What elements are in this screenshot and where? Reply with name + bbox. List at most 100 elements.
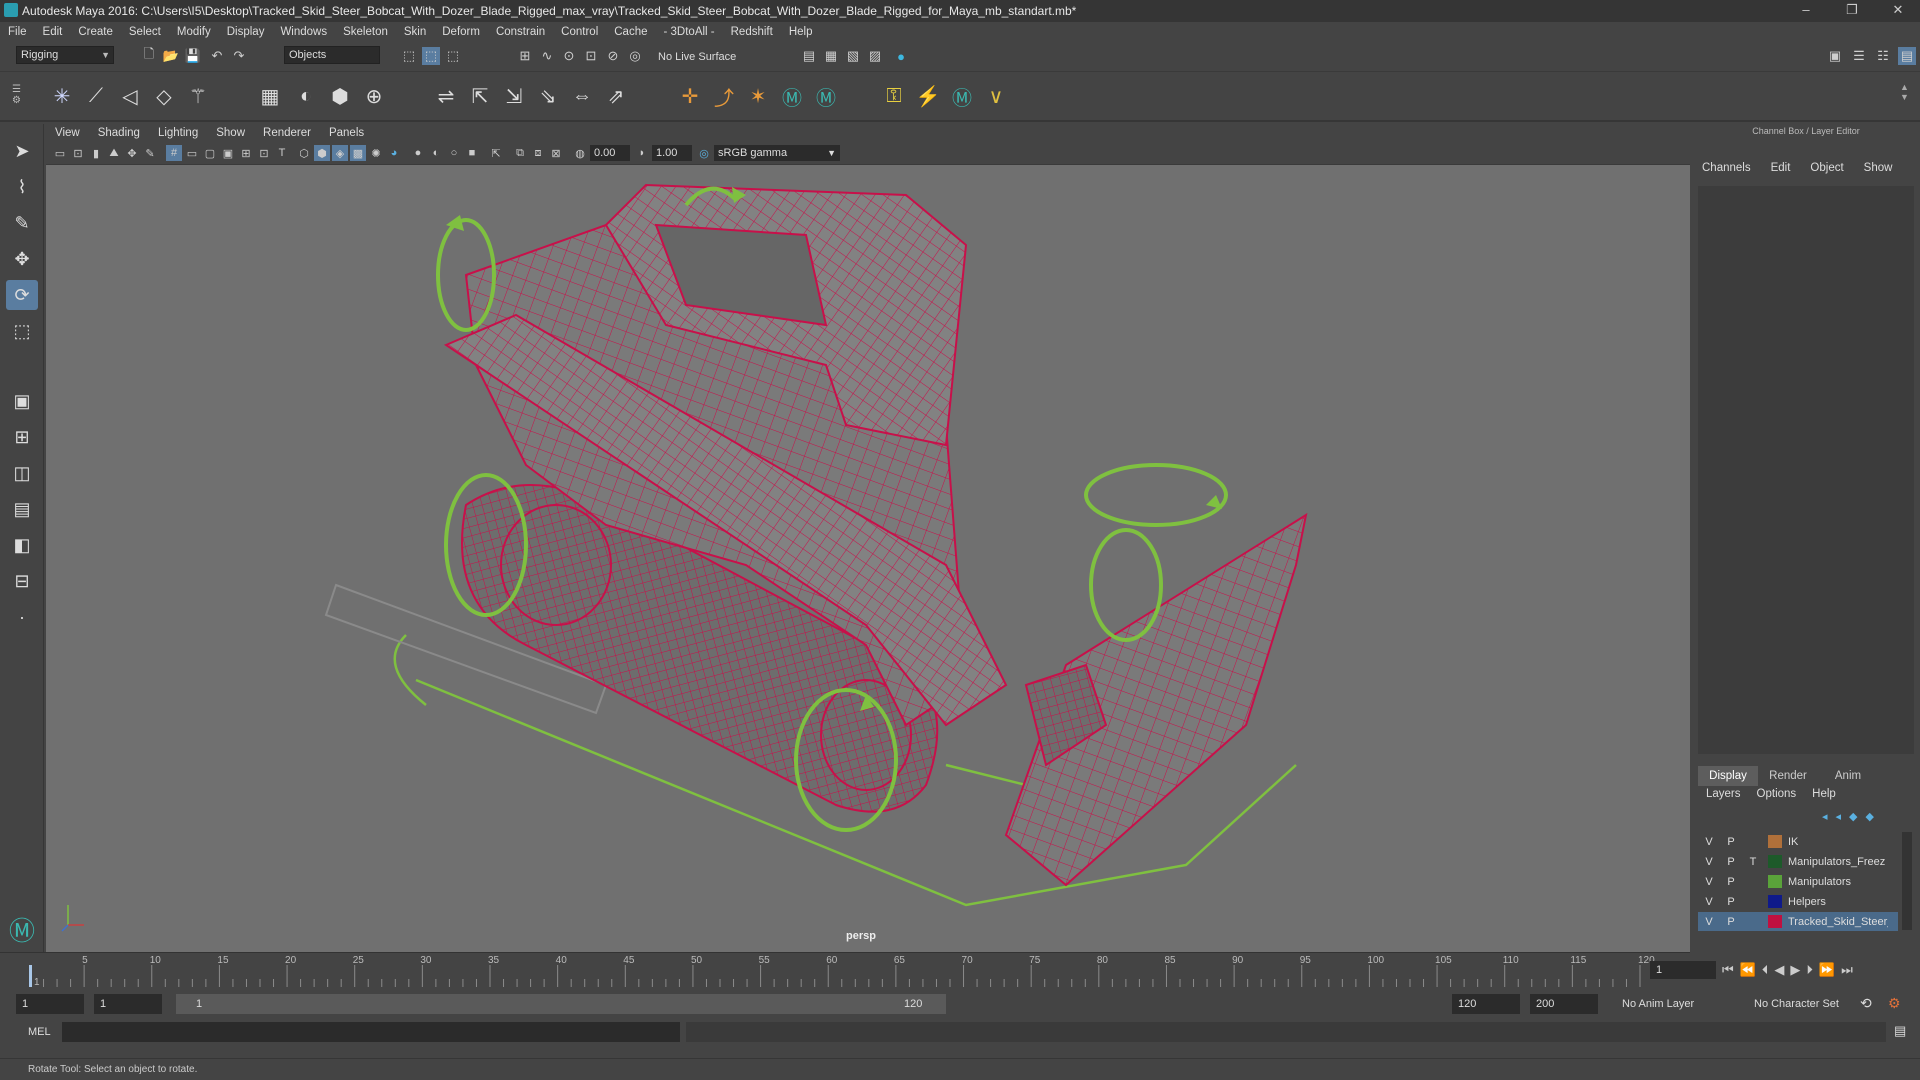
visibility-toggle[interactable]: V bbox=[1698, 916, 1720, 928]
layer-row[interactable]: V P Helpers bbox=[1698, 892, 1898, 911]
channel-box-toggle-icon[interactable]: ▤ bbox=[1898, 47, 1916, 65]
layer-row[interactable]: V P Manipulators bbox=[1698, 872, 1898, 891]
layer-color-swatch[interactable] bbox=[1768, 915, 1782, 928]
vp-menu-shading[interactable]: Shading bbox=[89, 127, 149, 139]
depth-of-field-icon[interactable]: ■ bbox=[464, 145, 480, 161]
playback-toggle[interactable]: P bbox=[1720, 876, 1742, 888]
bind-skin-icon[interactable]: ⇌ bbox=[432, 82, 460, 110]
character-set-dropdown[interactable]: No Character Set bbox=[1754, 998, 1839, 1010]
mirror-weights-icon[interactable]: ⇔ bbox=[568, 82, 596, 110]
xray-joints-icon[interactable]: ⧈ bbox=[530, 145, 546, 161]
playback-toggle[interactable]: P bbox=[1720, 836, 1742, 848]
playback-start-field[interactable]: 1 bbox=[94, 994, 162, 1014]
hypershade-layout-icon[interactable]: ⊟ bbox=[6, 566, 38, 596]
vp-menu-renderer[interactable]: Renderer bbox=[254, 127, 320, 139]
menu-edit[interactable]: Edit bbox=[35, 26, 71, 38]
le-menu-help[interactable]: Help bbox=[1804, 788, 1844, 806]
start-time-field[interactable]: 1 bbox=[16, 994, 84, 1014]
redo-icon[interactable]: ↷ bbox=[230, 47, 248, 65]
color-management-icon[interactable]: ◎ bbox=[696, 145, 712, 161]
copy-weights-icon[interactable]: ⇗ bbox=[602, 82, 630, 110]
script-editor-icon[interactable]: ▤ bbox=[1894, 1023, 1906, 1039]
two-d-pan-icon[interactable]: ✥ bbox=[124, 145, 140, 161]
menu-redshift[interactable]: Redshift bbox=[723, 26, 781, 38]
smooth-shade-icon[interactable]: ⬢ bbox=[314, 145, 330, 161]
move-tool-icon[interactable]: ✥ bbox=[6, 244, 38, 274]
snap-live-icon[interactable]: ◎ bbox=[626, 47, 644, 65]
gate-mask-icon[interactable]: ▣ bbox=[220, 145, 236, 161]
quick-rig-icon[interactable]: Ⓜ bbox=[948, 82, 976, 110]
menu-skin[interactable]: Skin bbox=[396, 26, 434, 38]
outliner-layout-icon[interactable]: ▤ bbox=[6, 494, 38, 524]
snap-surface-icon[interactable]: ⊘ bbox=[604, 47, 622, 65]
menu-skeleton[interactable]: Skeleton bbox=[335, 26, 396, 38]
field-chart-icon[interactable]: ⊞ bbox=[238, 145, 254, 161]
menu-display[interactable]: Display bbox=[219, 26, 273, 38]
layer-name[interactable]: Manipulators bbox=[1788, 876, 1888, 888]
open-scene-icon[interactable]: 📂 bbox=[162, 47, 180, 65]
vp-menu-panels[interactable]: Panels bbox=[320, 127, 373, 139]
ik-spline-icon[interactable]: ◁ bbox=[116, 82, 144, 110]
layer-action-icons[interactable]: ◂◂◆◆ bbox=[1822, 810, 1912, 826]
layer-name[interactable]: Manipulators_Freez bbox=[1788, 856, 1888, 868]
hik-character-icon[interactable]: Ⓜ bbox=[812, 82, 840, 110]
graph-layout-icon[interactable]: ◧ bbox=[6, 530, 38, 560]
joint-tool-icon[interactable]: ✳ bbox=[48, 82, 76, 110]
point-constraint-icon[interactable]: ✛ bbox=[676, 82, 704, 110]
menu-cache[interactable]: Cache bbox=[606, 26, 655, 38]
resolution-gate-icon[interactable]: ▢ bbox=[202, 145, 218, 161]
influence-icon[interactable]: ⇘ bbox=[534, 82, 562, 110]
playback-toggle[interactable]: P bbox=[1720, 916, 1742, 928]
grease-pencil-icon[interactable]: ✎ bbox=[142, 145, 158, 161]
layer-color-swatch[interactable] bbox=[1768, 875, 1782, 888]
layer-scrollbar[interactable] bbox=[1902, 832, 1912, 930]
snap-curve-icon[interactable]: ∿ bbox=[538, 47, 556, 65]
layer-row-selected[interactable]: VP Tracked_Skid_Steer_Bob bbox=[1698, 912, 1898, 931]
shelf-settings-icon[interactable]: ☰ ⚙ bbox=[12, 84, 26, 110]
menu-control[interactable]: Control bbox=[553, 26, 606, 38]
snap-view-icon[interactable]: ⊡ bbox=[582, 47, 600, 65]
pole-vector-icon[interactable]: ⚡ bbox=[914, 82, 942, 110]
live-surface-label[interactable]: No Live Surface bbox=[658, 51, 736, 63]
wire-deformer-icon[interactable]: ⊕ bbox=[360, 82, 388, 110]
le-menu-options[interactable]: Options bbox=[1749, 788, 1805, 806]
smooth-bind-icon[interactable]: ⇱ bbox=[466, 82, 494, 110]
menu-select[interactable]: Select bbox=[121, 26, 169, 38]
mel-label[interactable]: MEL bbox=[28, 1026, 51, 1038]
tool-settings-icon[interactable]: ☷ bbox=[1874, 47, 1892, 65]
select-hierarchy-icon[interactable]: ⬚ bbox=[400, 47, 418, 65]
muscle-icon[interactable]: ∨ bbox=[982, 82, 1010, 110]
isolate-select-icon[interactable]: ⇱ bbox=[488, 145, 504, 161]
playback-toggle[interactable]: P bbox=[1720, 896, 1742, 908]
menu-create[interactable]: Create bbox=[70, 26, 121, 38]
aim-constraint-icon[interactable]: ⤴ bbox=[710, 82, 738, 110]
menu-constrain[interactable]: Constrain bbox=[488, 26, 553, 38]
playback-toggle[interactable]: P bbox=[1720, 856, 1742, 868]
tab-render[interactable]: Render bbox=[1758, 766, 1818, 786]
current-time-marker[interactable] bbox=[29, 965, 32, 987]
exposure-field[interactable]: 0.00 bbox=[590, 145, 630, 161]
cb-menu-object[interactable]: Object bbox=[1800, 162, 1853, 180]
lattice-icon[interactable]: ▦ bbox=[256, 82, 284, 110]
attribute-editor-icon[interactable]: ☰ bbox=[1850, 47, 1868, 65]
range-slider[interactable]: 1 120 bbox=[176, 994, 946, 1014]
select-component-icon[interactable]: ⬚ bbox=[444, 47, 462, 65]
visibility-toggle[interactable]: V bbox=[1698, 836, 1720, 848]
vp-menu-lighting[interactable]: Lighting bbox=[149, 127, 207, 139]
ipr-render-icon[interactable]: ▧ bbox=[844, 47, 862, 65]
paint-select-icon[interactable]: ✎ bbox=[6, 208, 38, 238]
auto-key-icon[interactable]: ⟲ bbox=[1860, 995, 1872, 1012]
color-space-dropdown[interactable]: sRGB gamma ▼ bbox=[714, 145, 840, 161]
snap-point-icon[interactable]: ⊙ bbox=[560, 47, 578, 65]
rotate-tool-icon[interactable]: ⟳ bbox=[6, 280, 38, 310]
layer-color-swatch[interactable] bbox=[1768, 895, 1782, 908]
xray-active-icon[interactable]: ⊠ bbox=[548, 145, 564, 161]
layer-name[interactable]: IK bbox=[1788, 836, 1888, 848]
textured-icon[interactable]: ▩ bbox=[350, 145, 366, 161]
go-to-end-icon[interactable]: ⏭ bbox=[1841, 962, 1853, 978]
go-to-start-icon[interactable]: ⏮ bbox=[1722, 962, 1734, 978]
render-frame-icon[interactable]: ▦ bbox=[822, 47, 840, 65]
hypershade-icon[interactable]: ● bbox=[892, 47, 910, 65]
exposure-icon[interactable]: ◍ bbox=[572, 145, 588, 161]
layer-row[interactable]: V P IK bbox=[1698, 832, 1898, 851]
